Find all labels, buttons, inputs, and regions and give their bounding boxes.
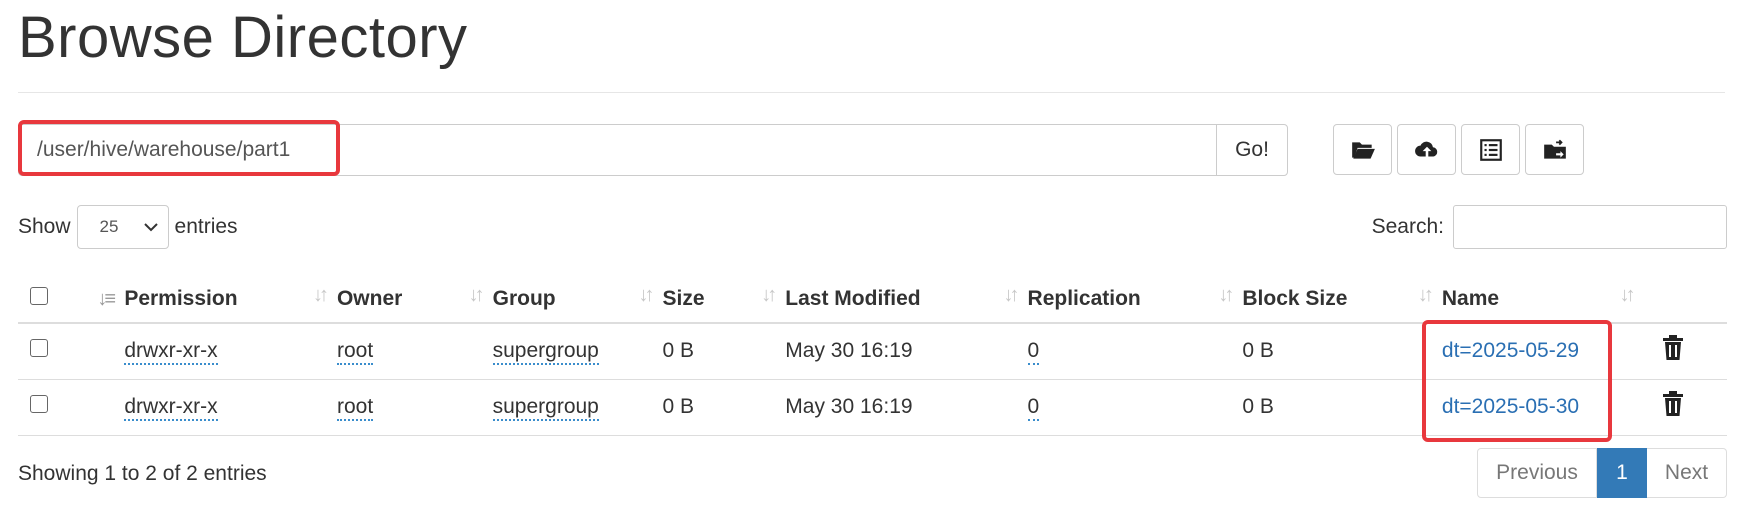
toolbar (1333, 124, 1584, 175)
table-row: drwxr-xr-x root supergroup 0 B May 30 16… (18, 379, 1727, 436)
sort-icon: ↓↑ (312, 284, 329, 306)
create-directory-button[interactable] (1333, 124, 1392, 175)
owner-value[interactable]: root (336, 339, 374, 366)
sort-icon: ↓↑ (1003, 284, 1020, 306)
path-bar: Go! (18, 124, 1288, 176)
header-size[interactable]: Size ↓↑ (662, 268, 786, 324)
path-input[interactable] (18, 124, 1216, 176)
sort-icon: ↓↑ (1218, 284, 1234, 306)
size-value: 0 B (662, 379, 786, 436)
table-header-row: ↓≡ Permission ↓↑ Owner ↓↑ Group ↓↑ Size ↓↑ L… (18, 268, 1727, 324)
permission-value[interactable]: drwxr-xr-x (124, 395, 218, 421)
trash-icon[interactable] (1662, 335, 1684, 361)
search-control: Search: (1372, 205, 1727, 249)
table-row: drwxr-xr-x root supergroup 0 B May 30 16… (18, 323, 1727, 380)
sort-icon: ↓↑ (468, 284, 485, 306)
replication-value[interactable]: 0 (1027, 395, 1040, 421)
next-page-button[interactable]: Next (1647, 448, 1727, 498)
title-divider (18, 92, 1725, 93)
folder-open-icon (1351, 141, 1375, 159)
folder-move-icon (1543, 139, 1566, 159)
block-size-value: 0 B (1242, 323, 1442, 380)
view-list-button[interactable] (1461, 124, 1520, 175)
sort-icon: ↓↑ (638, 284, 655, 306)
header-group[interactable]: Group ↓↑ (492, 268, 663, 324)
header-actions (1643, 268, 1727, 324)
header-permission[interactable]: Permission ↓↑ (124, 268, 337, 324)
header-owner[interactable]: Owner ↓↑ (336, 268, 493, 324)
pagination: Previous 1 Next (1477, 448, 1727, 498)
permission-value[interactable]: drwxr-xr-x (124, 339, 218, 366)
size-value: 0 B (662, 323, 786, 380)
owner-value[interactable]: root (336, 395, 374, 421)
trash-icon[interactable] (1662, 391, 1684, 417)
entries-per-page-select[interactable]: 25 (76, 205, 169, 249)
block-size-value: 0 B (1242, 379, 1442, 436)
modified-value: May 30 16:19 (785, 323, 1028, 380)
entries-per-page-value: 25 (99, 217, 119, 236)
select-all-cell (18, 268, 80, 324)
sort-icon: ↓↑ (761, 284, 777, 306)
search-label: Search: (1371, 215, 1444, 238)
cut-paste-button[interactable] (1525, 124, 1584, 175)
sort-icon: ↓↑ (1619, 284, 1636, 306)
go-button[interactable]: Go! (1216, 124, 1288, 176)
file-table: ↓≡ Permission ↓↑ Owner ↓↑ Group ↓↑ Size ↓↑ L… (18, 268, 1727, 436)
show-label: Show (18, 215, 71, 238)
group-value[interactable]: supergroup (492, 339, 599, 366)
replication-value[interactable]: 0 (1027, 339, 1040, 366)
select-all-checkbox[interactable] (30, 287, 48, 305)
search-input[interactable] (1453, 205, 1727, 249)
header-name[interactable]: Name ↓↑ (1441, 268, 1644, 324)
header-block-size[interactable]: Block Size ↓↑ (1242, 268, 1442, 324)
table-info: Showing 1 to 2 of 2 entries (18, 462, 267, 485)
show-entries-control: Show 25 entries (18, 205, 238, 249)
previous-page-button[interactable]: Previous (1477, 448, 1597, 498)
chevron-down-icon (143, 223, 158, 232)
list-alt-icon (1479, 138, 1502, 161)
directory-name-link[interactable]: dt=2025-05-29 (1442, 339, 1579, 362)
page-1-button[interactable]: 1 (1597, 448, 1647, 498)
sort-column-header[interactable]: ↓≡ (79, 268, 125, 324)
header-replication[interactable]: Replication ↓↑ (1027, 268, 1243, 324)
header-last-modified[interactable]: Last Modified ↓↑ (785, 268, 1028, 324)
row-checkbox[interactable] (30, 339, 48, 358)
sort-icon: ↓↑ (1417, 284, 1434, 306)
cloud-upload-icon (1414, 141, 1437, 156)
group-value[interactable]: supergroup (492, 395, 599, 421)
directory-name-link[interactable]: dt=2025-05-30 (1442, 395, 1579, 418)
upload-file-button[interactable] (1397, 124, 1456, 175)
sort-ascending-icon: ↓≡ (97, 288, 116, 310)
modified-value: May 30 16:19 (785, 379, 1028, 436)
page-title: Browse Directory (18, 5, 468, 70)
browse-directory-page: Browse Directory Go! (0, 0, 1743, 530)
entries-label: entries (174, 215, 238, 238)
row-checkbox[interactable] (30, 395, 48, 413)
